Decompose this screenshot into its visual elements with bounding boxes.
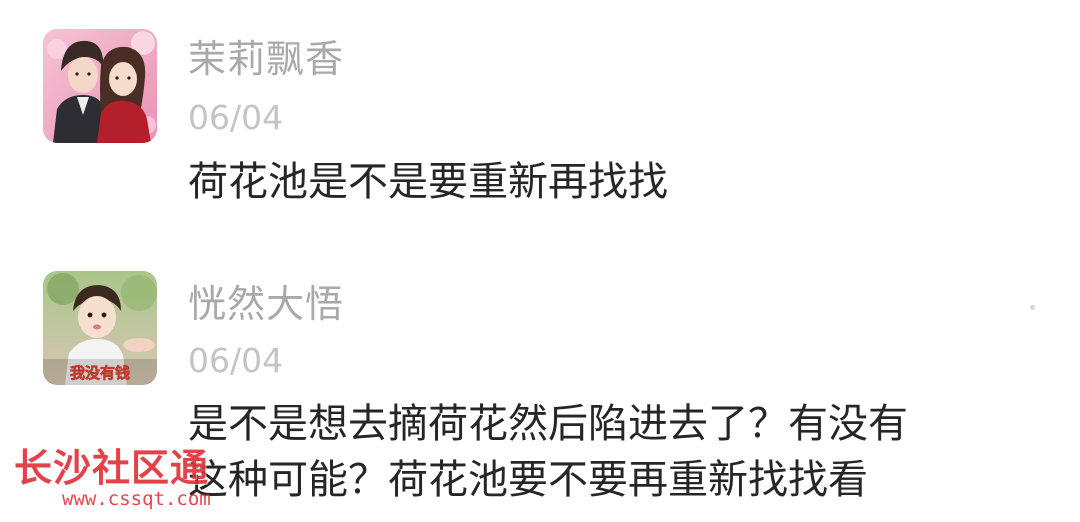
comment-text: 是不是想去摘荷花然后陷进去了？有没有 这种可能？荷花池要不要再重新找找看 (188, 396, 908, 508)
comment-text-line: 这种可能？荷花池要不要再重新找找看 (188, 457, 868, 503)
user-avatar[interactable]: 我没有钱 (43, 271, 157, 385)
comment-date: 06/04 (188, 98, 284, 137)
username[interactable]: 恍然大悟 (188, 282, 344, 326)
child-photo-avatar-icon: 我没有钱 (43, 271, 157, 385)
comment-text: 荷花池是不是要重新再找找 (188, 154, 668, 210)
site-watermark: 长沙社区通 www.cssqt.com (14, 446, 214, 522)
username[interactable]: 茉莉飘香 (188, 37, 344, 81)
comment-item: 茉莉飘香 06/04 荷花池是不是要重新再找找 (0, 0, 1080, 250)
watermark-text: 长沙社区通 (14, 446, 210, 490)
watermark-url: www.cssqt.com (62, 488, 211, 510)
comment-date: 06/04 (188, 341, 284, 380)
avatar-caption: 我没有钱 (70, 364, 130, 382)
more-dot-icon (1030, 305, 1035, 310)
couple-photo-avatar-icon (43, 29, 157, 143)
comment-text-line: 是不是想去摘荷花然后陷进去了？有没有 (188, 401, 908, 447)
user-avatar[interactable] (43, 29, 157, 143)
comment-list: 茉莉飘香 06/04 荷花池是不是要重新再找找 我没有钱 恍然大悟 06/04 … (0, 0, 1080, 522)
comment-text-line: 荷花池是不是要重新再找找 (188, 159, 668, 205)
